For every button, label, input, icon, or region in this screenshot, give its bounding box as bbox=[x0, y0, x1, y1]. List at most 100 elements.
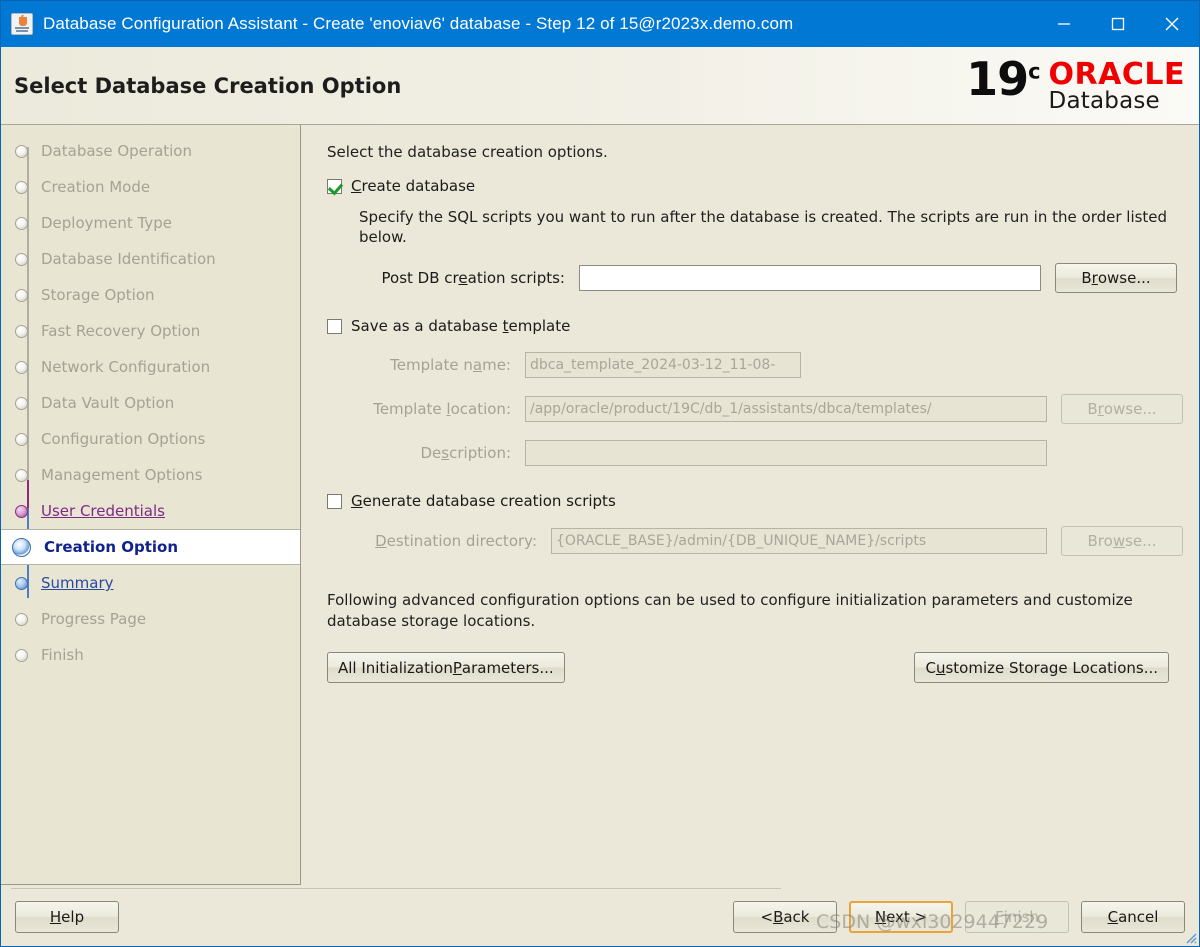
template-location-label-b: ocation: bbox=[450, 400, 511, 418]
sidebar-item-management-options: Management Options bbox=[1, 457, 300, 493]
next-label-mnemonic: N bbox=[874, 908, 887, 926]
oracle-wordmark: ORACLE bbox=[1048, 57, 1185, 92]
advanced-options-description: Following advanced configuration options… bbox=[327, 591, 1133, 630]
post-db-scripts-label-mnemonic: e bbox=[458, 269, 468, 287]
oracle-logo: 19c ORACLE Database bbox=[966, 56, 1185, 114]
browse-label-b: owse... bbox=[1103, 400, 1157, 418]
template-location-label-a: Template bbox=[373, 400, 447, 418]
create-database-mnemonic: C bbox=[351, 177, 362, 195]
create-database-label: Create database bbox=[351, 177, 476, 195]
create-database-row[interactable]: Create database bbox=[327, 177, 1183, 195]
content-area: Database Operation Creation Mode Deploym… bbox=[1, 125, 1199, 887]
advanced-options-buttons: All Initialization Parameters... Cu stomi… bbox=[327, 652, 1169, 683]
template-location-browse-button: Br owse... bbox=[1061, 394, 1183, 424]
sidebar-item-label: Data Vault Option bbox=[41, 394, 175, 412]
save-template-label: Save as a database template bbox=[351, 317, 570, 335]
template-name-input: dbca_template_2024-03-12_11-08- bbox=[525, 352, 801, 378]
step-bullet-icon bbox=[15, 360, 28, 374]
template-description-label-mnemonic: s bbox=[441, 444, 450, 462]
init-params-label-a: All Initialization bbox=[338, 658, 453, 677]
sidebar-item-label: Configuration Options bbox=[41, 430, 206, 448]
step-bullet-icon bbox=[15, 576, 28, 590]
sidebar-item-label: Creation Option bbox=[44, 538, 179, 556]
destination-directory-input: {ORACLE_BASE}/admin/{DB_UNIQUE_NAME}/scr… bbox=[551, 528, 1047, 554]
help-label-mnemonic: H bbox=[49, 908, 62, 926]
finish-button: Finish bbox=[965, 901, 1069, 933]
destination-directory-label-b: estination directory: bbox=[386, 532, 537, 550]
footer-nav-buttons: < Back Next > Finish Cancel bbox=[733, 901, 1185, 933]
sidebar-item-user-credentials[interactable]: User Credentials bbox=[1, 493, 300, 529]
browse-label-a: B bbox=[1087, 400, 1098, 418]
window-title: Database Configuration Assistant - Creat… bbox=[43, 14, 794, 33]
sidebar-item-creation-mode: Creation Mode bbox=[1, 169, 300, 205]
title-bar: Database Configuration Assistant - Creat… bbox=[1, 1, 1199, 47]
sidebar-item-summary[interactable]: Summary bbox=[1, 565, 300, 601]
step-navigation-sidebar: Database Operation Creation Mode Deploym… bbox=[1, 125, 301, 885]
sidebar-item-fast-recovery-option: Fast Recovery Option bbox=[1, 313, 300, 349]
back-label-a: < bbox=[760, 908, 774, 926]
close-icon[interactable] bbox=[1145, 1, 1199, 47]
step-bullet-icon bbox=[15, 648, 28, 662]
post-db-scripts-browse-button[interactable]: Br owse... bbox=[1055, 263, 1177, 293]
post-db-scripts-label-b: ation scripts: bbox=[467, 269, 565, 287]
save-template-row[interactable]: Save as a database template bbox=[327, 317, 1183, 335]
template-name-label-mnemonic: a bbox=[472, 356, 483, 374]
sidebar-item-label: Storage Option bbox=[41, 286, 155, 304]
step-bullet-icon bbox=[15, 324, 28, 338]
sidebar-item-creation-option[interactable]: Creation Option bbox=[1, 529, 300, 565]
all-initialization-parameters-button[interactable]: All Initialization Parameters... bbox=[327, 652, 565, 683]
step-bullet-icon bbox=[15, 432, 28, 446]
cancel-label-mnemonic: C bbox=[1107, 908, 1119, 926]
next-button[interactable]: Next > bbox=[849, 901, 953, 933]
browse-label-b: se... bbox=[1125, 532, 1157, 550]
browse-label-a: B bbox=[1081, 269, 1092, 287]
dbca-window: Database Configuration Assistant - Creat… bbox=[0, 0, 1200, 947]
storage-label-mnemonic: u bbox=[935, 658, 946, 677]
back-button[interactable]: < Back bbox=[733, 901, 837, 933]
init-params-label-mnemonic: P bbox=[452, 658, 462, 677]
oracle-version: 19c bbox=[966, 56, 1041, 102]
template-location-input: /app/oracle/product/19C/db_1/assistants/… bbox=[525, 396, 1047, 422]
post-db-scripts-input[interactable] bbox=[579, 265, 1041, 291]
sidebar-item-label: Network Configuration bbox=[41, 358, 211, 376]
sidebar-item-network-configuration: Network Configuration bbox=[1, 349, 300, 385]
step-bullet-icon bbox=[15, 396, 28, 410]
destination-directory-label: Destination directory: bbox=[351, 532, 537, 550]
wizard-footer: Help < Back Next > Finish Cancel bbox=[1, 888, 1199, 946]
sidebar-item-label: Creation Mode bbox=[41, 178, 151, 196]
destination-directory-row: Destination directory: {ORACLE_BASE}/adm… bbox=[327, 526, 1183, 556]
template-location-label: Template location: bbox=[351, 400, 511, 418]
step-bullet-icon bbox=[15, 612, 28, 626]
generate-scripts-row[interactable]: Generate database creation scripts bbox=[327, 492, 1183, 510]
template-name-label-b: me: bbox=[482, 356, 511, 374]
step-bullet-icon bbox=[15, 468, 28, 482]
maximize-icon[interactable] bbox=[1091, 1, 1145, 47]
sidebar-item-deployment-type: Deployment Type bbox=[1, 205, 300, 241]
save-template-checkbox[interactable] bbox=[327, 318, 342, 334]
panel-instruction: Select the database creation options. bbox=[327, 143, 608, 161]
customize-storage-locations-button[interactable]: Cu stomize Storage Locations... bbox=[914, 652, 1169, 683]
minimize-icon[interactable] bbox=[1037, 1, 1091, 47]
sidebar-item-label: Finish bbox=[41, 646, 84, 664]
resize-grip-icon[interactable] bbox=[1183, 930, 1197, 944]
save-template-label-b: emplate bbox=[508, 317, 571, 335]
cancel-label-b: ancel bbox=[1118, 908, 1159, 926]
create-database-checkbox[interactable] bbox=[327, 178, 342, 194]
help-button[interactable]: Help bbox=[15, 901, 119, 933]
generate-scripts-label-mnemonic: G bbox=[351, 492, 363, 510]
generate-scripts-checkbox[interactable] bbox=[327, 493, 342, 509]
template-description-label: Description: bbox=[351, 444, 512, 462]
template-name-label: Template name: bbox=[351, 356, 511, 374]
sidebar-item-label: User Credentials bbox=[41, 502, 165, 520]
sidebar-item-database-identification: Database Identification bbox=[1, 241, 300, 277]
page-banner: Select Database Creation Option 19c ORAC… bbox=[1, 47, 1199, 125]
browse-label-a: Bro bbox=[1087, 532, 1113, 550]
sidebar-item-database-operation: Database Operation bbox=[1, 133, 300, 169]
cancel-button[interactable]: Cancel bbox=[1081, 901, 1185, 933]
template-name-row: Template name: dbca_template_2024-03-12_… bbox=[327, 352, 1183, 378]
create-database-description: Specify the SQL scripts you want to run … bbox=[359, 208, 1168, 246]
sidebar-item-data-vault-option: Data Vault Option bbox=[1, 385, 300, 421]
sidebar-item-configuration-options: Configuration Options bbox=[1, 421, 300, 457]
post-db-scripts-label-a: Post DB cr bbox=[381, 269, 459, 287]
save-template-label-a: Save as a database bbox=[351, 317, 503, 335]
